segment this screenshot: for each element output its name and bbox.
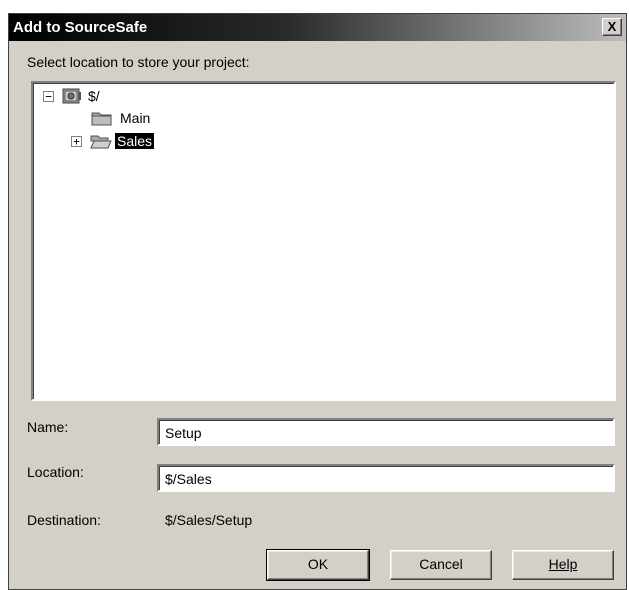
location-prompt: Select location to store your project: [27,54,250,70]
title-bar[interactable]: Add to SourceSafe X [9,14,626,41]
destination-value: $/Sales/Setup [165,512,253,528]
tree-node-main[interactable]: Main [91,110,152,126]
dialog-title: Add to SourceSafe [13,19,148,36]
help-button[interactable]: Help [512,550,614,580]
tree-node-label: Main [120,110,151,126]
location-field[interactable]: $/Sales [157,464,615,492]
tree-node-label: $/ [88,88,100,104]
name-label: Name: [27,419,69,435]
ok-button[interactable]: OK [266,549,370,581]
tree-node-sales[interactable]: + Sales [71,132,156,150]
folder-closed-icon [91,112,112,126]
cancel-button[interactable]: Cancel [390,550,492,580]
close-icon: X [607,19,617,34]
collapse-toggle-icon[interactable]: − [43,90,54,102]
add-to-sourcesafe-dialog: Add to SourceSafe X Select location to s… [8,13,627,590]
database-safe-icon [62,88,81,104]
destination-label: Destination: [27,512,101,528]
close-button[interactable]: X [602,18,622,36]
tree-node-label-selected: Sales [113,132,156,150]
project-tree[interactable]: − $/ Main + Sales [31,81,616,401]
location-label: Location: [27,464,84,480]
folder-open-icon [90,135,112,149]
tree-node-root[interactable]: − $/ [43,87,102,105]
expand-toggle-icon[interactable]: + [71,135,82,147]
name-field[interactable]: Setup [157,418,615,446]
help-label: Help [548,556,578,572]
